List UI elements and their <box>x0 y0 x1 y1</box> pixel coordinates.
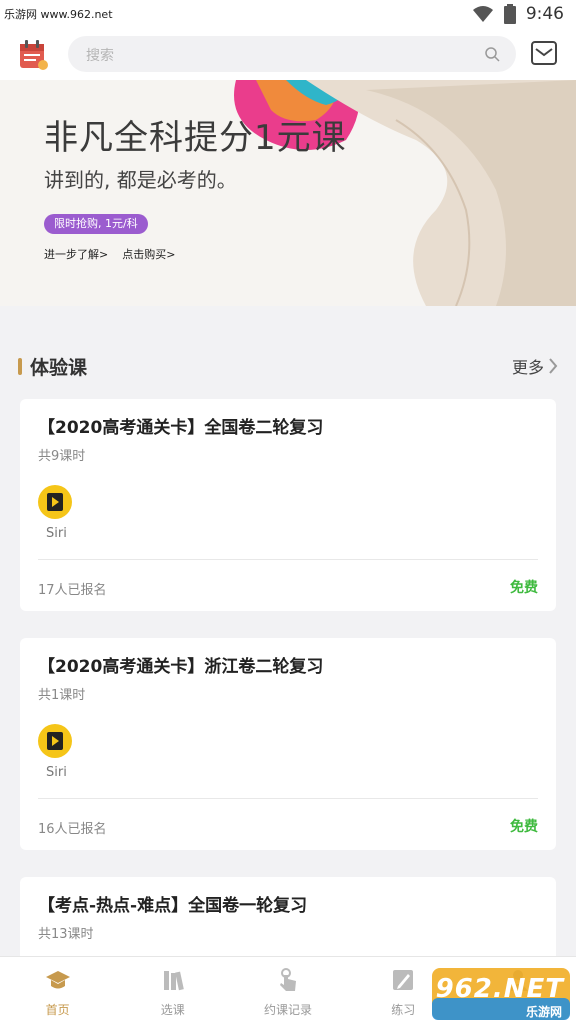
tap-hand-icon <box>280 968 296 991</box>
price-label: 免费 <box>510 580 538 596</box>
price-label: 免费 <box>510 819 538 835</box>
buy-link[interactable]: 点击购买> <box>122 246 175 262</box>
teacher-avatar-icon <box>38 724 72 758</box>
course-lessons: 共13课时 <box>38 927 94 942</box>
course-card[interactable]: 【2020高考通关卡】浙江卷二轮复习 共1课时 Siri 16人已报名 免费 <box>20 638 556 850</box>
teacher-name: Siri <box>46 765 67 780</box>
course-title: 【2020高考通关卡】浙江卷二轮复习 <box>38 657 324 677</box>
nav-home[interactable]: 首页 <box>0 957 115 1024</box>
search-placeholder: 搜索 <box>86 48 114 64</box>
battery-icon <box>503 4 516 24</box>
section-title: 体验课 <box>30 357 88 379</box>
learn-more-link[interactable]: 进一步了解> <box>44 246 108 262</box>
section-accent-bar <box>18 358 22 375</box>
pencil-paper-icon <box>393 970 414 990</box>
status-right: 9:46 <box>472 4 564 24</box>
course-card[interactable]: 【2020高考通关卡】全国卷二轮复习 共9课时 Siri 17人已报名 免费 <box>20 399 556 611</box>
course-title: 【考点-热点-难点】全国卷一轮复习 <box>38 896 308 916</box>
course-lessons: 共9课时 <box>38 449 86 464</box>
watermark-subtext: 乐游网 <box>525 1005 562 1019</box>
teacher-name: Siri <box>46 526 67 541</box>
nav-label: 选课 <box>160 1003 185 1017</box>
status-bar: 乐游网 www.962.net 9:46 <box>0 0 576 30</box>
app-header: 搜索 <box>0 30 576 80</box>
enrolled-count: 16人已报名 <box>38 822 107 837</box>
enrolled-count: 17人已报名 <box>38 583 107 598</box>
promo-banner[interactable]: 非凡全科提分1元课 讲到的, 都是必考的。 限时抢购, 1元/科 进一步了解> … <box>0 80 576 306</box>
nav-courses[interactable]: 选课 <box>115 957 230 1024</box>
card-divider <box>38 559 538 560</box>
search-icon[interactable] <box>484 46 500 62</box>
app-logo-calendar-icon[interactable] <box>18 38 50 72</box>
graduation-cap-icon <box>45 971 70 989</box>
more-label: 更多 <box>511 358 544 377</box>
course-lessons: 共1课时 <box>38 688 86 703</box>
status-time: 9:46 <box>525 4 564 24</box>
books-icon <box>163 971 184 991</box>
status-watermark: 乐游网 www.962.net <box>4 8 113 21</box>
message-icon[interactable] <box>530 40 558 66</box>
banner-links: 进一步了解> 点击购买> <box>44 246 175 262</box>
banner-badge: 限时抢购, 1元/科 <box>44 214 148 234</box>
wifi-icon <box>472 6 493 22</box>
nav-bookings[interactable]: 约课记录 <box>230 957 345 1024</box>
nav-label: 首页 <box>45 1003 70 1017</box>
trial-section-header: 体验课 更多 <box>0 352 576 380</box>
watermark-text: 962.NET <box>435 974 564 1004</box>
more-button[interactable]: 更多 <box>512 354 558 378</box>
teacher-avatar-icon <box>38 485 72 519</box>
search-bar[interactable]: 搜索 <box>68 36 516 72</box>
course-title: 【2020高考通关卡】全国卷二轮复习 <box>38 418 324 438</box>
banner-subtitle: 讲到的, 都是必考的。 <box>44 168 237 192</box>
banner-title: 非凡全科提分1元课 <box>44 118 347 158</box>
nav-label: 约课记录 <box>264 1003 313 1017</box>
card-divider <box>38 798 538 799</box>
course-card[interactable]: 【考点-热点-难点】全国卷一轮复习 共13课时 <box>20 877 556 956</box>
chevron-right-icon <box>549 358 558 374</box>
